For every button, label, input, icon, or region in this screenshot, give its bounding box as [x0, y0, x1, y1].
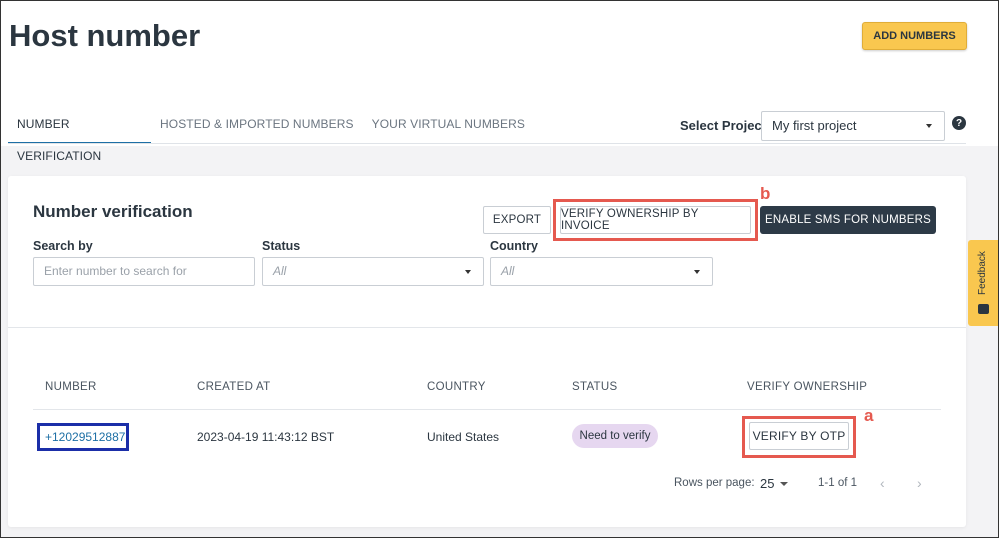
add-numbers-button[interactable]: ADD NUMBERS — [862, 22, 967, 50]
status-badge: Need to verify — [572, 424, 658, 448]
section-divider — [8, 327, 966, 328]
chevron-right-icon[interactable]: › — [917, 475, 922, 491]
feedback-label: Feedback — [977, 251, 988, 295]
country-cell: United States — [427, 430, 500, 444]
verify-ownership-invoice-button[interactable]: VERIFY OWNERSHIP BY INVOICE — [560, 206, 751, 234]
enable-sms-button[interactable]: ENABLE SMS FOR NUMBERS — [760, 206, 936, 234]
page-title: Host number — [9, 18, 201, 53]
export-button[interactable]: EXPORT — [483, 206, 551, 234]
country-select-value: All — [501, 264, 515, 278]
feedback-icon — [978, 304, 989, 314]
search-input[interactable]: Enter number to search for — [33, 257, 255, 286]
caret-down-icon — [465, 270, 471, 274]
tab-divider — [8, 143, 966, 144]
number-verification-card: Number verification EXPORT VERIFY OWNERS… — [8, 176, 966, 527]
select-project-label: Select Project — [680, 118, 766, 133]
status-select-value: All — [273, 264, 287, 278]
help-icon[interactable]: ? — [952, 116, 966, 130]
country-label: Country — [490, 239, 538, 253]
chevron-left-icon[interactable]: ‹ — [880, 475, 885, 491]
tab-your-virtual-numbers[interactable]: YOUR VIRTUAL NUMBERS — [363, 108, 534, 144]
verify-by-otp-button[interactable]: VERIFY BY OTP — [749, 422, 849, 450]
card-title: Number verification — [33, 202, 193, 221]
table-row-divider — [33, 409, 941, 410]
number-link[interactable]: +12029512887 — [45, 430, 125, 444]
status-select[interactable]: All — [262, 257, 484, 286]
column-header-country: COUNTRY — [427, 381, 486, 393]
annotation-label-b: b — [760, 184, 771, 203]
rows-per-page-label: Rows per page: — [674, 477, 755, 489]
search-by-label: Search by — [33, 239, 93, 253]
column-header-verify-ownership: VERIFY OWNERSHIP — [747, 381, 868, 393]
country-select[interactable]: All — [490, 257, 713, 286]
project-select[interactable]: My first project — [761, 111, 945, 141]
annotation-label-a: a — [864, 406, 874, 425]
caret-down-icon — [694, 270, 700, 274]
caret-down-icon — [926, 124, 932, 128]
tab-hosted-imported-numbers[interactable]: HOSTED & IMPORTED NUMBERS — [151, 108, 363, 144]
tab-number-verification[interactable]: NUMBER VERIFICATION — [8, 108, 151, 163]
caret-down-icon — [780, 482, 788, 486]
created-at-cell: 2023-04-19 11:43:12 BST — [197, 430, 335, 444]
top-header: Host number ADD NUMBERS NUMBER VERIFICAT… — [0, 0, 999, 163]
feedback-tab[interactable]: Feedback — [968, 240, 999, 326]
column-header-number: NUMBER — [45, 381, 97, 393]
pagination-range: 1-1 of 1 — [818, 477, 857, 489]
column-header-status: STATUS — [572, 381, 618, 393]
status-label: Status — [262, 239, 301, 253]
rows-per-page-value: 25 — [760, 476, 775, 491]
project-select-value: My first project — [772, 118, 857, 133]
tab-bar: NUMBER VERIFICATION HOSTED & IMPORTED NU… — [8, 108, 534, 163]
column-header-created-at: CREATED AT — [197, 381, 271, 393]
